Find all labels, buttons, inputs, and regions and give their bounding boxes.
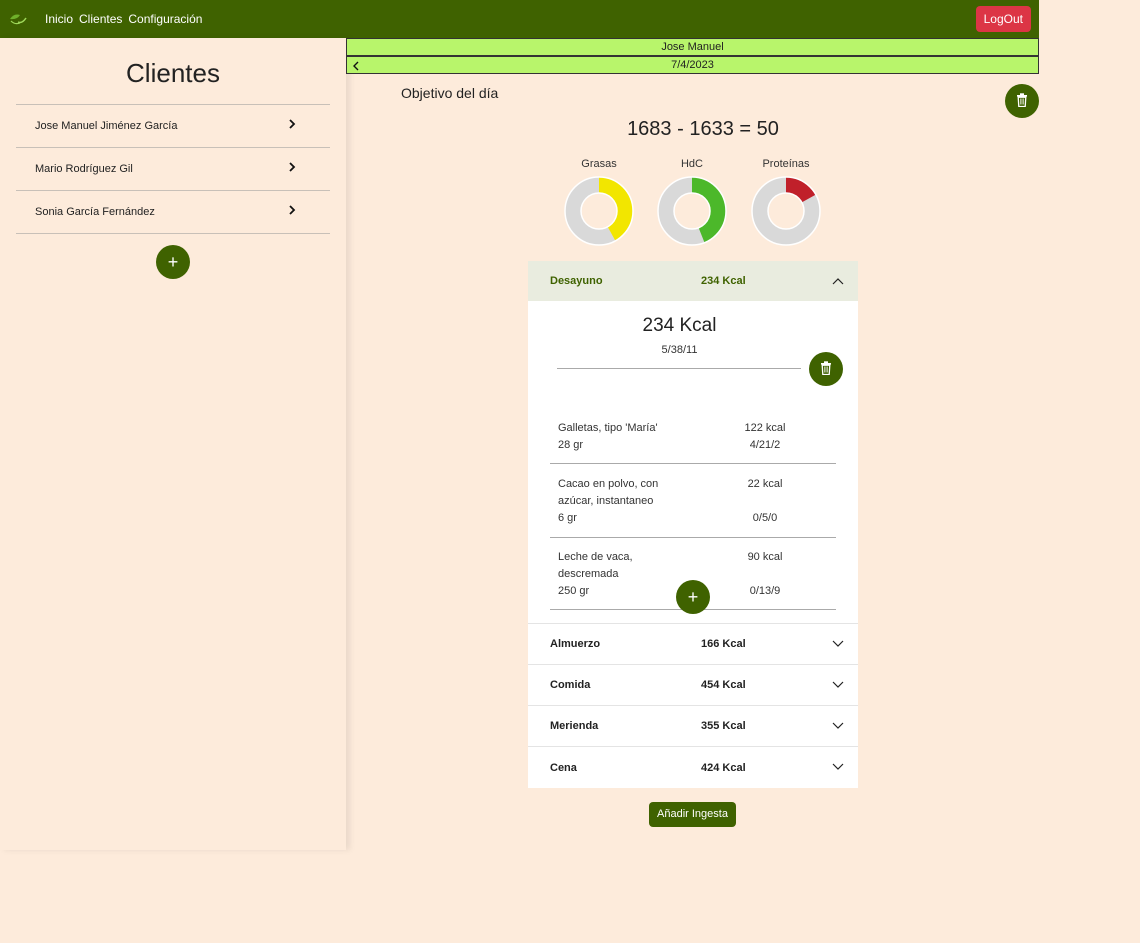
meal-total-kcal: 234 Kcal [642,315,717,336]
chevron-down-icon [832,639,844,651]
food-qty: 28 gr [558,439,584,451]
target-kcal: 1683 [627,118,672,140]
minus-sign: - [677,118,684,140]
fat-donut: Grasas [564,158,634,251]
consumed-kcal: 1633 [689,118,734,140]
donut-edge [580,192,618,230]
sidebar-title: Clientes [126,58,220,88]
meal-header-desayuno[interactable]: Desayuno 234 Kcal [528,261,858,301]
meal-header-merienda[interactable]: Merienda 355 Kcal [528,706,858,747]
nav-link-configuracion[interactable]: Configuración [128,12,202,26]
donut-edge [673,192,711,230]
meal-kcal: 424 Kcal [701,761,746,774]
meal-name: Almuerzo [550,638,601,650]
donut-arc [691,177,726,243]
clients-sidebar: Clientes Jose Manuel Jiménez García Mari… [0,38,346,850]
meal-header-cena[interactable]: Cena 424 Kcal [528,747,858,788]
meal-name: Cena [550,761,577,774]
donut-chart [564,176,634,246]
food-name: Leche de vaca, descremada [558,551,633,580]
food-macros: 4/21/2 [749,439,781,451]
food-macros: 0/5/0 [752,512,778,524]
chevron-down-icon [832,762,844,774]
food-name: Cacao en polvo, con azúcar, instantaneo [558,478,659,507]
client-name: Sonia García Fernández [35,206,155,218]
meal-header-comida[interactable]: Comida 454 Kcal [528,665,858,706]
meal-header-almuerzo[interactable]: Almuerzo 166 Kcal [528,624,858,665]
remaining-kcal: 50 [756,118,779,140]
meal-name: Comida [550,679,591,691]
top-navbar: Inicio Clientes Configuración LogOut [0,0,1039,38]
donut-edge [767,192,805,230]
add-food-button[interactable]: + [676,580,710,614]
food-item[interactable]: Cacao en polvo, con azúcar, instantaneo … [550,476,836,538]
chevron-right-icon [288,118,296,133]
meal-name: Merienda [550,720,599,732]
logo-icon[interactable] [8,12,28,26]
meal-kcal: 234 Kcal [701,275,746,287]
equals-sign: = [739,118,752,140]
trash-icon [1016,91,1028,112]
food-name: Galletas, tipo 'María' [558,422,658,434]
delete-day-button[interactable] [1005,84,1039,118]
meal-kcal: 355 Kcal [701,720,746,732]
client-item[interactable]: Sonia García Fernández [16,191,330,234]
delete-meal-button[interactable] [809,352,843,386]
food-macros: 0/13/9 [749,585,781,597]
objetivo-title: Objetivo del día [401,85,499,101]
food-qty: 6 gr [558,512,577,524]
add-ingesta-button[interactable]: Añadir Ingesta [649,802,736,827]
chevron-up-icon [832,276,844,288]
client-item[interactable]: Jose Manuel Jiménez García [16,105,330,148]
meal-body-desayuno: 234 Kcal 5/38/11 Galletas, tipo 'María' … [528,301,858,624]
date-label: 7/4/2023 [671,59,714,71]
food-qty: 250 gr [558,585,590,597]
food-kcal: 122 kcal [744,422,786,434]
protein-donut: Proteínas [751,158,821,251]
client-item[interactable]: Mario Rodríguez Gil [16,148,330,191]
client-name-bar: Jose Manuel [346,38,1039,56]
client-name: Jose Manuel Jiménez García [35,120,178,132]
meals-accordion: Desayuno 234 Kcal 234 Kcal 5/38/11 Galle… [528,261,858,788]
chevron-right-icon [288,204,296,219]
nav-link-inicio[interactable]: Inicio [45,12,73,26]
donut-arc [598,177,633,241]
meal-total-macros: 5/38/11 [661,344,698,356]
trash-icon [820,359,832,380]
nav-link-clientes[interactable]: Clientes [79,12,122,26]
chevron-down-icon [832,721,844,733]
calorie-equation: 1683 - 1633 = 50 [600,118,806,141]
meal-name: Desayuno [550,275,603,287]
donut-label: Grasas [581,158,617,170]
chevron-left-icon[interactable] [353,60,359,76]
meal-kcal: 166 Kcal [701,638,746,650]
donut-chart [657,176,727,246]
chevron-right-icon [288,161,296,176]
date-bar: 7/4/2023 [346,56,1039,74]
chevron-down-icon [832,680,844,692]
client-list: Jose Manuel Jiménez García Mario Rodrígu… [16,104,330,234]
meal-kcal: 454 Kcal [701,679,746,691]
donut-label: Proteínas [762,158,810,170]
divider [557,368,801,369]
add-client-button[interactable]: + [156,245,190,279]
logout-button[interactable]: LogOut [975,6,1031,32]
food-item[interactable]: Galletas, tipo 'María' 28 gr 122 kcal 4/… [550,420,836,464]
food-kcal: 22 kcal [747,478,783,490]
food-kcal: 90 kcal [747,551,783,563]
donut-chart [751,176,821,246]
client-name: Mario Rodríguez Gil [35,163,133,175]
donut-label: HdC [680,158,703,170]
carbs-donut: HdC [657,158,727,251]
